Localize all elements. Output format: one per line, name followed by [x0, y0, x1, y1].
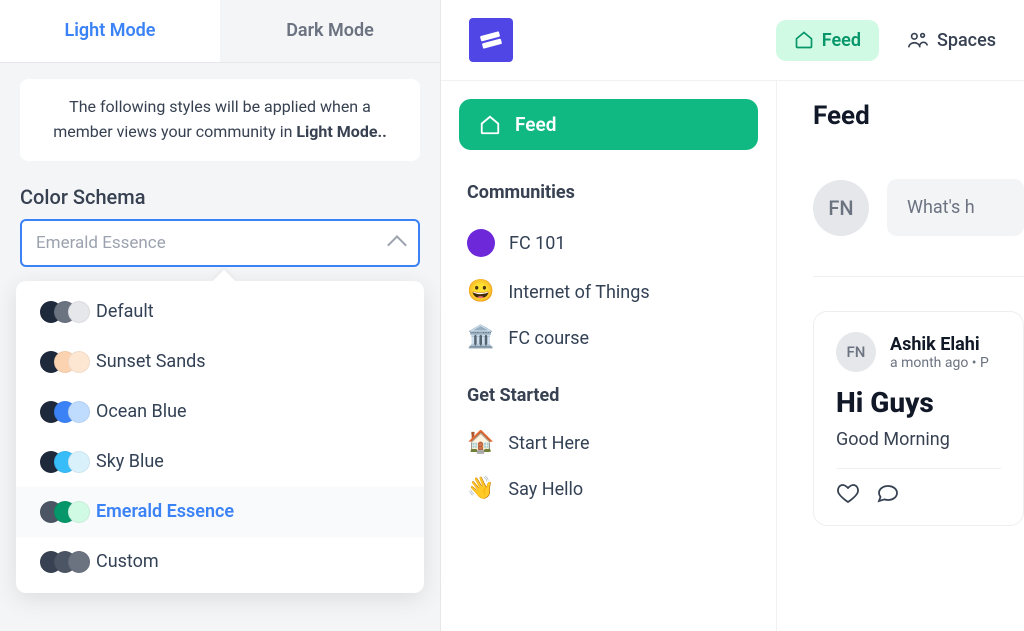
- option-label: Sunset Sands: [96, 351, 206, 372]
- preview-sidebar: Feed Communities FC 101 😀 Internet of Thin…: [441, 81, 777, 631]
- swatch-group: [40, 501, 82, 523]
- option-label: Sky Blue: [96, 451, 164, 472]
- community-emoji-icon: 🏛️: [467, 327, 494, 349]
- community-item[interactable]: 🏛️ FC course: [459, 315, 758, 361]
- post-body: Good Morning: [836, 429, 1001, 450]
- community-item[interactable]: FC 101: [459, 217, 758, 269]
- get-started-emoji-icon: 👋: [467, 478, 494, 500]
- color-option-default[interactable]: Default: [16, 287, 424, 337]
- post-author-avatar: FN: [836, 332, 876, 372]
- swatch: [68, 451, 90, 473]
- logo-icon: [478, 27, 504, 53]
- color-schema-dropdown: Default Sunset Sands Ocean Blue Sky Blue Eme…: [16, 281, 424, 593]
- swatch-group: [40, 351, 82, 373]
- app-logo[interactable]: [469, 18, 513, 62]
- get-started-label: Say Hello: [508, 479, 583, 500]
- get-started-item[interactable]: 👋 Say Hello: [459, 466, 758, 512]
- post-title: Hi Guys: [836, 386, 1001, 419]
- spaces-icon: [907, 29, 929, 51]
- header-feed-label: Feed: [822, 30, 861, 51]
- comment-icon[interactable]: [876, 481, 900, 505]
- swatch-group: [40, 401, 82, 423]
- color-option-sky-blue[interactable]: Sky Blue: [16, 437, 424, 487]
- post-header: FN Ashik Elahi a month ago • P: [836, 332, 1001, 372]
- swatch-group: [40, 551, 82, 573]
- color-schema-label: Color Schema: [20, 185, 420, 209]
- header-spaces-button[interactable]: Spaces: [907, 29, 996, 51]
- post-card[interactable]: FN Ashik Elahi a month ago • P Hi Guys G…: [813, 311, 1024, 526]
- header-feed-button[interactable]: Feed: [776, 20, 879, 61]
- community-label: FC 101: [509, 233, 565, 254]
- user-avatar: FN: [813, 180, 869, 236]
- swatch: [68, 401, 90, 423]
- communities-list: FC 101 😀 Internet of Things 🏛️ FC course: [459, 217, 758, 361]
- composer-placeholder[interactable]: What's h: [887, 179, 1024, 236]
- community-dot-icon: [467, 229, 495, 257]
- swatch-group: [40, 301, 82, 323]
- option-label: Emerald Essence: [96, 501, 234, 522]
- swatch: [68, 501, 90, 523]
- option-label: Custom: [96, 551, 159, 572]
- post-composer[interactable]: FN What's h: [813, 179, 1024, 277]
- get-started-heading: Get Started: [459, 379, 758, 412]
- tab-light-mode[interactable]: Light Mode: [0, 0, 220, 62]
- color-option-ocean-blue[interactable]: Ocean Blue: [16, 387, 424, 437]
- sidebar-feed-label: Feed: [515, 113, 556, 136]
- tab-dark-mode[interactable]: Dark Mode: [220, 0, 440, 62]
- theme-editor-panel: Light Mode Dark Mode The following style…: [0, 0, 441, 631]
- post-author-name: Ashik Elahi: [890, 334, 989, 355]
- intro-text-box: The following styles will be applied whe…: [20, 79, 420, 161]
- option-label: Ocean Blue: [96, 401, 187, 422]
- header-actions: Feed Spaces: [776, 20, 996, 61]
- community-label: Internet of Things: [508, 282, 649, 303]
- swatch: [68, 351, 90, 373]
- swatch-group: [40, 451, 82, 473]
- feed-title: Feed: [813, 101, 1024, 131]
- post-actions: [836, 468, 1001, 505]
- get-started-item[interactable]: 🏠 Start Here: [459, 420, 758, 466]
- post-meta: a month ago • P: [890, 355, 989, 371]
- color-option-sunset-sands[interactable]: Sunset Sands: [16, 337, 424, 387]
- communities-heading: Communities: [459, 176, 758, 209]
- preview-panel: Feed Spaces Feed Communities FC 101 😀 Inte…: [441, 0, 1024, 631]
- community-label: FC course: [508, 328, 589, 349]
- community-item[interactable]: 😀 Internet of Things: [459, 269, 758, 315]
- sidebar-feed-item[interactable]: Feed: [459, 99, 758, 150]
- home-icon: [794, 30, 814, 50]
- swatch: [68, 301, 90, 323]
- home-icon: [479, 114, 501, 136]
- header-spaces-label: Spaces: [937, 30, 996, 51]
- preview-main: Feed FN What's h FN Ashik Elahi a month …: [777, 81, 1024, 631]
- heart-icon[interactable]: [836, 481, 860, 505]
- color-option-custom[interactable]: Custom: [16, 537, 424, 587]
- chevron-up-icon: [387, 235, 407, 255]
- get-started-emoji-icon: 🏠: [467, 432, 494, 454]
- mode-tabs: Light Mode Dark Mode: [0, 0, 440, 63]
- get-started-label: Start Here: [508, 433, 589, 454]
- color-schema-select[interactable]: Emerald Essence: [20, 219, 420, 267]
- color-option-emerald-essence[interactable]: Emerald Essence: [16, 487, 424, 537]
- intro-strong: Light Mode..: [296, 122, 386, 141]
- community-emoji-icon: 😀: [467, 281, 494, 303]
- color-schema-selected-value: Emerald Essence: [36, 233, 166, 253]
- preview-body: Feed Communities FC 101 😀 Internet of Thin…: [441, 81, 1024, 631]
- preview-header: Feed Spaces: [441, 0, 1024, 81]
- get-started-list: 🏠 Start Here 👋 Say Hello: [459, 420, 758, 512]
- swatch: [68, 551, 90, 573]
- option-label: Default: [96, 301, 154, 322]
